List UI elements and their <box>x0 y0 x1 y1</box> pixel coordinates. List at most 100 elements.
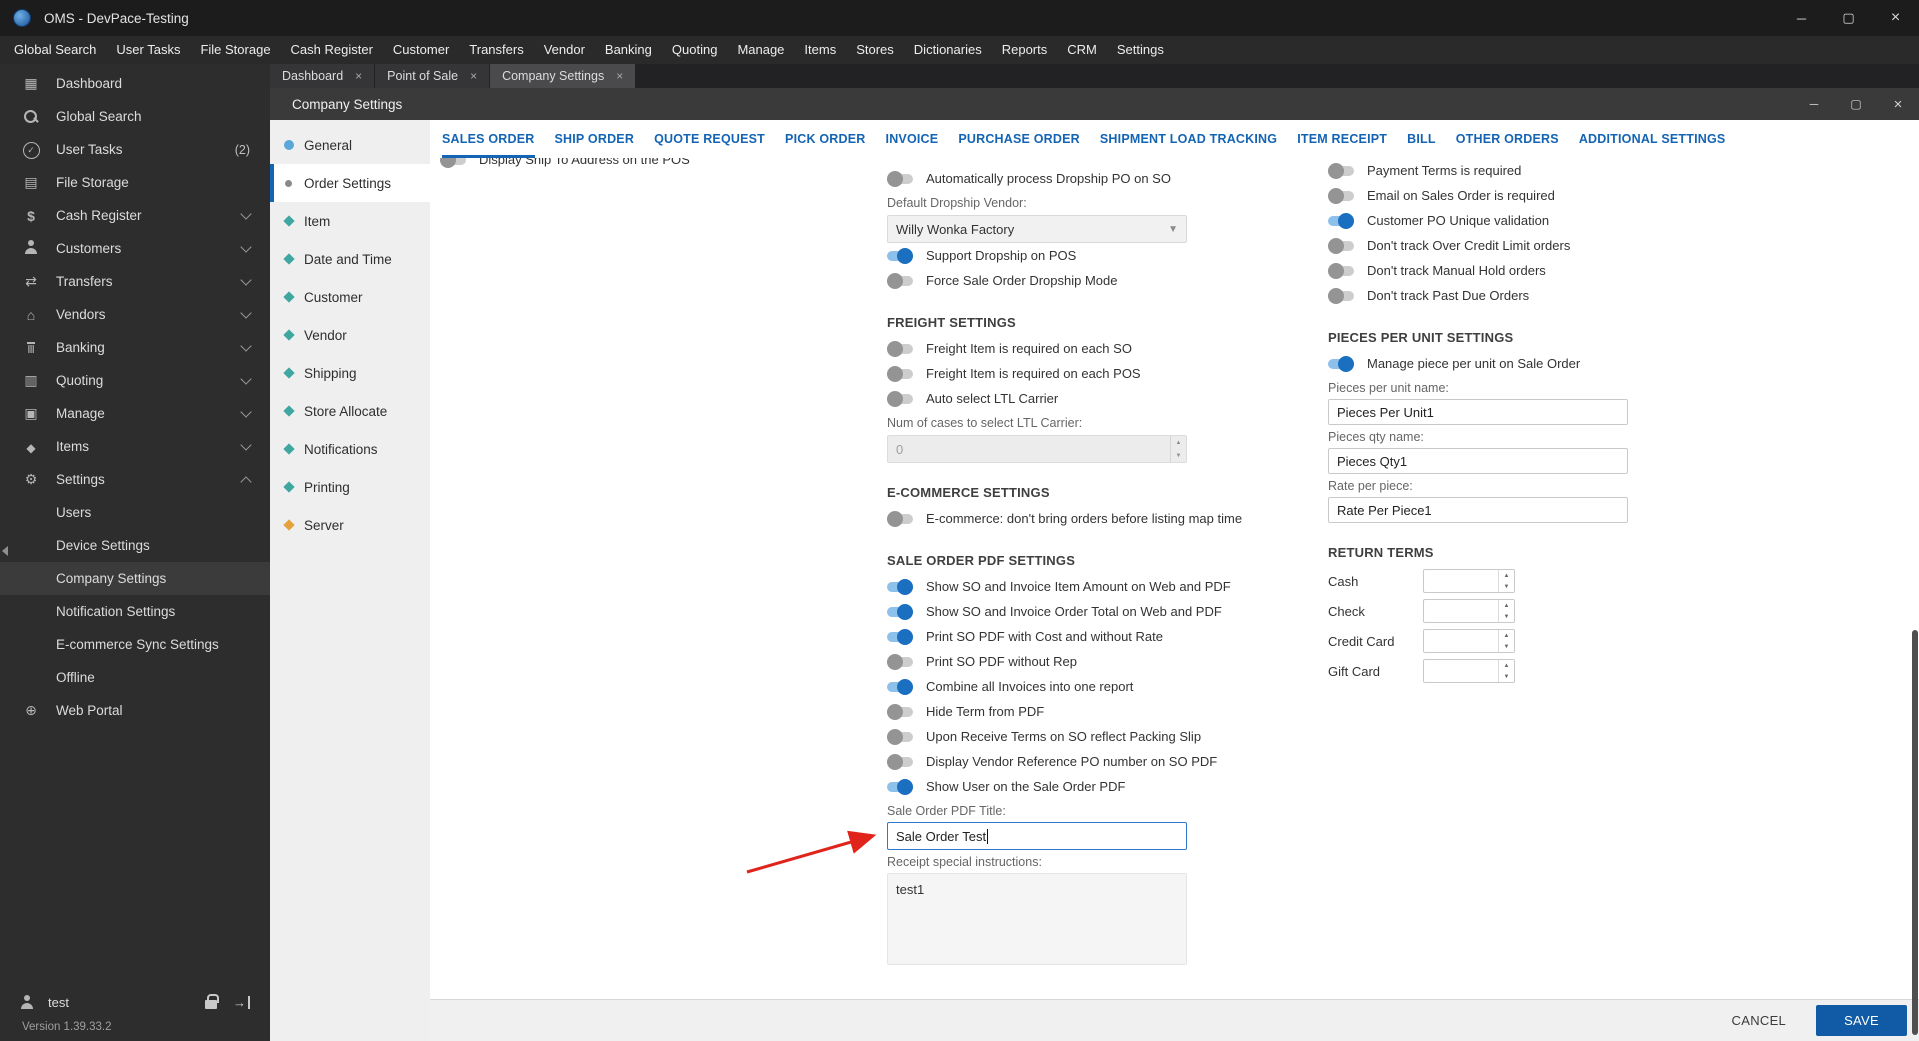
spinner-num-of-cases-ltl-carrier[interactable]: 0 ▲ ▼ <box>887 435 1187 463</box>
sidebar-item-customers[interactable]: Customers <box>0 232 270 265</box>
sidebar-item-offline[interactable]: Offline <box>0 661 270 694</box>
spinner-credit-card[interactable]: ▲ ▼ <box>1423 629 1515 653</box>
menu-item-banking[interactable]: Banking <box>595 36 662 64</box>
lock-icon[interactable] <box>205 994 219 1009</box>
toggle-switch-icon[interactable] <box>887 510 913 527</box>
tab-pick-order[interactable]: PICK ORDER <box>785 120 865 158</box>
tab-quote-request[interactable]: QUOTE REQUEST <box>654 120 765 158</box>
spin-down-icon[interactable]: ▼ <box>1499 641 1514 652</box>
settings-nav-item-server[interactable]: Server <box>270 506 430 544</box>
spin-down-icon[interactable]: ▼ <box>1499 671 1514 682</box>
toggle-force-sale-order-dropship-mode[interactable]: Force Sale Order Dropship Mode <box>887 268 1347 293</box>
settings-nav-item-vendor[interactable]: Vendor <box>270 316 430 354</box>
toggle-hide-term-from-pdf[interactable]: Hide Term from PDF <box>887 699 1347 724</box>
sidebar-item-company-settings[interactable]: Company Settings <box>0 562 270 595</box>
menu-item-customer[interactable]: Customer <box>383 36 459 64</box>
menu-item-global-search[interactable]: Global Search <box>4 36 106 64</box>
toggle-switch-icon[interactable] <box>887 653 913 670</box>
toggle-support-dropship-on-pos[interactable]: Support Dropship on POS <box>887 243 1347 268</box>
tab-item-receipt[interactable]: ITEM RECEIPT <box>1297 120 1387 158</box>
spin-down-icon[interactable]: ▼ <box>1499 611 1514 622</box>
toggle-show-so-and-invoice-order-total-on-web-and-pdf[interactable]: Show SO and Invoice Order Total on Web a… <box>887 599 1347 624</box>
toggle-don-t-track-over-credit-limit-orders[interactable]: Don't track Over Credit Limit orders <box>1328 233 1788 258</box>
menu-item-manage[interactable]: Manage <box>727 36 794 64</box>
tab-other-orders[interactable]: OTHER ORDERS <box>1456 120 1559 158</box>
menu-item-quoting[interactable]: Quoting <box>662 36 728 64</box>
save-button[interactable]: SAVE <box>1816 1005 1907 1036</box>
toggle-manage-piece-per-unit-on-sale-order[interactable]: Manage piece per unit on Sale Order <box>1328 351 1788 376</box>
toggle-switch-icon[interactable] <box>887 753 913 770</box>
toggle-display-ship-to-address-on-the-pos[interactable]: Display Ship To Address on the POS <box>440 158 870 172</box>
menu-item-file-storage[interactable]: File Storage <box>190 36 280 64</box>
tab-ship-order[interactable]: SHIP ORDER <box>555 120 635 158</box>
toggle-show-user-on-the-sale-order-pdf[interactable]: Show User on the Sale Order PDF <box>887 774 1347 799</box>
tab-invoice[interactable]: INVOICE <box>886 120 939 158</box>
spin-up-icon[interactable]: ▲ <box>1499 660 1514 671</box>
toggle-switch-icon[interactable] <box>887 578 913 595</box>
inner-restore-button[interactable]: ▢ <box>1835 88 1877 120</box>
toggle-switch-icon[interactable] <box>887 728 913 745</box>
toggle-print-so-pdf-with-cost-and-without-rate[interactable]: Print SO PDF with Cost and without Rate <box>887 624 1347 649</box>
input-sale-order-pdf-title[interactable]: Sale Order Test <box>887 822 1187 850</box>
close-tab-icon[interactable]: × <box>355 69 362 83</box>
toggle-display-vendor-reference-po-number-on-so-pdf[interactable]: Display Vendor Reference PO number on SO… <box>887 749 1347 774</box>
dropdown-default-dropship-vendor[interactable]: Willy Wonka Factory ▼ <box>887 215 1187 243</box>
toggle-switch-icon[interactable] <box>887 628 913 645</box>
menu-item-crm[interactable]: CRM <box>1057 36 1107 64</box>
sidebar-item-cash-register[interactable]: Cash Register <box>0 199 270 232</box>
toggle-switch-icon[interactable] <box>1328 162 1354 179</box>
sidebar-item-web-portal[interactable]: Web Portal <box>0 694 270 727</box>
menu-item-user-tasks[interactable]: User Tasks <box>106 36 190 64</box>
settings-nav-item-general[interactable]: General <box>270 126 430 164</box>
tab-purchase-order[interactable]: PURCHASE ORDER <box>958 120 1080 158</box>
sidebar-item-settings[interactable]: Settings <box>0 463 270 496</box>
toggle-payment-terms-is-required[interactable]: Payment Terms is required <box>1328 158 1788 183</box>
tab-bill[interactable]: BILL <box>1407 120 1436 158</box>
settings-nav-item-notifications[interactable]: Notifications <box>270 430 430 468</box>
menu-item-stores[interactable]: Stores <box>846 36 904 64</box>
sidebar-item-items[interactable]: Items <box>0 430 270 463</box>
toggle-customer-po-unique-validation[interactable]: Customer PO Unique validation <box>1328 208 1788 233</box>
toggle-show-so-and-invoice-item-amount-on-web-and-pdf[interactable]: Show SO and Invoice Item Amount on Web a… <box>887 574 1347 599</box>
minimize-button[interactable]: ─ <box>1778 0 1825 36</box>
toggle-switch-icon[interactable] <box>440 158 466 168</box>
spin-up-icon[interactable]: ▲ <box>1499 630 1514 641</box>
menu-item-cash-register[interactable]: Cash Register <box>281 36 383 64</box>
menu-item-settings[interactable]: Settings <box>1107 36 1174 64</box>
toggle-don-t-track-past-due-orders[interactable]: Don't track Past Due Orders <box>1328 283 1788 308</box>
input-rate-per-piece[interactable]: Rate Per Piece1 <box>1328 497 1628 523</box>
sidebar-item-user-tasks[interactable]: User Tasks (2) <box>0 133 270 166</box>
menu-item-transfers[interactable]: Transfers <box>459 36 533 64</box>
sidebar-item-notification-settings[interactable]: Notification Settings <box>0 595 270 628</box>
settings-nav-item-shipping[interactable]: Shipping <box>270 354 430 392</box>
sidebar-item-transfers[interactable]: Transfers <box>0 265 270 298</box>
input-pieces-qty-name[interactable]: Pieces Qty1 <box>1328 448 1628 474</box>
vertical-scrollbar[interactable] <box>1912 630 1918 1035</box>
toggle-freight-item-is-required-on-each-so[interactable]: Freight Item is required on each SO <box>887 336 1347 361</box>
close-tab-icon[interactable]: × <box>616 69 623 83</box>
sidebar-item-e-commerce-sync-settings[interactable]: E-commerce Sync Settings <box>0 628 270 661</box>
sidebar-item-banking[interactable]: Banking <box>0 331 270 364</box>
toggle-switch-icon[interactable] <box>887 678 913 695</box>
textarea-receipt-special-instructions[interactable]: test1 <box>887 873 1187 965</box>
tab-sales-order[interactable]: SALES ORDER <box>442 120 535 158</box>
toggle-switch-icon[interactable] <box>887 170 913 187</box>
toggle-switch-icon[interactable] <box>887 247 913 264</box>
settings-nav-item-store-allocate[interactable]: Store Allocate <box>270 392 430 430</box>
sidebar-collapse-icon[interactable] <box>2 546 8 556</box>
settings-nav-item-printing[interactable]: Printing <box>270 468 430 506</box>
toggle-combine-all-invoices-into-one-report[interactable]: Combine all Invoices into one report <box>887 674 1347 699</box>
menu-item-reports[interactable]: Reports <box>992 36 1058 64</box>
toggle-auto-select-ltl-carrier[interactable]: Auto select LTL Carrier <box>887 386 1347 411</box>
menu-item-dictionaries[interactable]: Dictionaries <box>904 36 992 64</box>
toggle-don-t-track-manual-hold-orders[interactable]: Don't track Manual Hold orders <box>1328 258 1788 283</box>
toggle-switch-icon[interactable] <box>1328 287 1354 304</box>
toggle-switch-icon[interactable] <box>1328 212 1354 229</box>
toggle-switch-icon[interactable] <box>887 272 913 289</box>
inner-close-button[interactable]: × <box>1877 88 1919 120</box>
input-pieces-per-unit-name[interactable]: Pieces Per Unit1 <box>1328 399 1628 425</box>
cancel-button[interactable]: CANCEL <box>1718 1005 1801 1036</box>
sidebar-item-global-search[interactable]: Global Search <box>0 100 270 133</box>
close-button[interactable]: × <box>1872 0 1919 36</box>
spin-down-icon[interactable]: ▼ <box>1171 449 1186 462</box>
